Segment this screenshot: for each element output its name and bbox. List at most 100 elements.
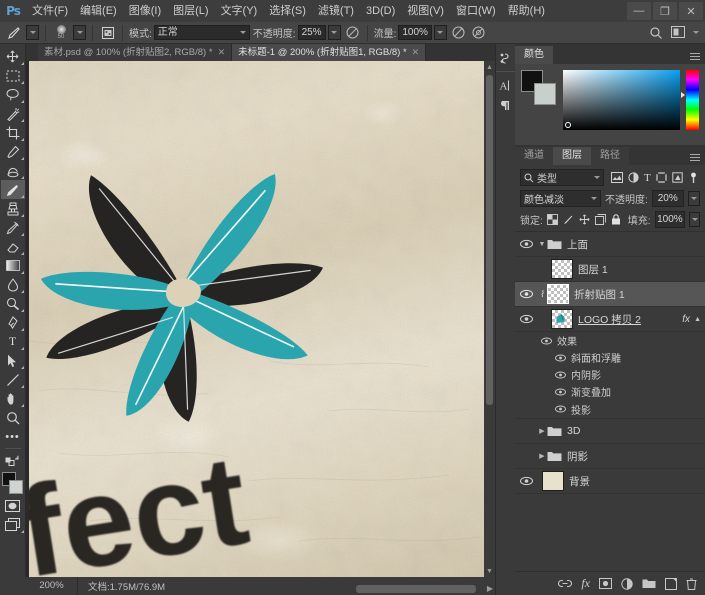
pressure-opacity-icon[interactable] (344, 24, 361, 41)
layer-thumbnail[interactable] (547, 284, 569, 304)
link-layers-icon[interactable] (558, 579, 572, 588)
delete-layer-icon[interactable] (686, 578, 697, 590)
menu-window[interactable]: 窗口(W) (450, 0, 502, 22)
minimize-button[interactable]: — (627, 2, 651, 20)
document-canvas[interactable]: fect (29, 61, 484, 577)
layer-name[interactable]: 图层 1 (578, 262, 608, 277)
layer-name[interactable]: 折射贴图 1 (574, 287, 625, 302)
path-selection-tool[interactable] (1, 351, 25, 370)
canvas-horizontal-scrollbar[interactable]: ▶ (176, 583, 495, 595)
filter-pixel-icon[interactable] (611, 172, 623, 183)
fill-caret[interactable] (689, 212, 700, 227)
hand-tool[interactable] (1, 389, 25, 408)
lock-transparency-icon[interactable] (547, 214, 558, 225)
layer-name[interactable]: 上面 (567, 237, 588, 252)
blend-mode-dropdown[interactable]: 颜色减淡 (520, 190, 601, 207)
background-color-swatch[interactable] (9, 480, 23, 494)
tab-color[interactable]: 颜色 (515, 46, 553, 64)
document-tab-2[interactable]: 未标题-1 @ 200% (折射贴图1, RGB/8) * ✕ (232, 44, 426, 61)
pen-tool[interactable] (1, 313, 25, 332)
brush-picker-caret[interactable] (73, 25, 86, 40)
type-tool[interactable]: T (1, 332, 25, 351)
effect-row-gradient-overlay[interactable]: 渐变叠加 (515, 383, 705, 400)
visibility-icon[interactable] (549, 401, 571, 418)
effect-row-inner-shadow[interactable]: 内阴影 (515, 366, 705, 383)
healing-brush-tool[interactable] (1, 161, 25, 180)
background-color-swatch[interactable] (534, 83, 556, 105)
hue-slider[interactable] (686, 70, 699, 130)
layer-filter-dropdown[interactable]: 类型 (520, 169, 604, 186)
layer-row-group-top[interactable]: ▼ 上面 (515, 232, 705, 257)
menu-layer[interactable]: 图层(L) (167, 0, 214, 22)
scroll-down-arrow[interactable]: ▼ (484, 565, 495, 577)
add-layer-mask-icon[interactable] (599, 578, 612, 589)
visibility-icon[interactable] (535, 332, 557, 349)
chevron-right-icon[interactable]: ▶ (537, 427, 547, 435)
layer-name[interactable]: LOGO 拷贝 2 (578, 312, 641, 327)
layer-thumbnail[interactable] (551, 259, 573, 279)
scroll-right-arrow[interactable]: ▶ (487, 584, 493, 593)
filter-smart-object-icon[interactable] (672, 172, 683, 183)
layers-list[interactable]: ▼ 上面 图层 1 ⌇ 折射贴图 1 (515, 232, 705, 519)
flow-input[interactable]: 100% (398, 25, 432, 40)
brush-tool[interactable] (1, 180, 25, 199)
panel-menu-icon[interactable] (690, 154, 700, 161)
fill-input[interactable]: 100% (655, 211, 686, 228)
lock-position-icon[interactable] (579, 214, 590, 225)
mode-dropdown[interactable]: 正常 (154, 25, 250, 40)
layer-row-group-3d[interactable]: ▶ 3D (515, 419, 705, 444)
layer-row-logo-copy-2[interactable]: LOGO 拷贝 2 fx ▲ (515, 307, 705, 332)
layer-style-fx-icon[interactable]: fx (581, 576, 590, 591)
visibility-icon[interactable] (515, 307, 537, 332)
opacity-input[interactable]: 25% (298, 25, 326, 40)
close-icon[interactable]: ✕ (412, 44, 420, 61)
chevron-down-icon[interactable] (693, 31, 699, 34)
tab-layers[interactable]: 图层 (553, 147, 591, 165)
layer-name[interactable]: 背景 (569, 474, 590, 489)
color-panel[interactable] (515, 64, 705, 145)
filter-shape-icon[interactable] (656, 172, 667, 183)
brush-tool-icon[interactable] (6, 24, 23, 41)
menu-view[interactable]: 视图(V) (401, 0, 450, 22)
effect-row-drop-shadow[interactable]: 投影 (515, 400, 705, 419)
visibility-icon[interactable] (549, 349, 571, 366)
layer-fx-badge[interactable]: fx (682, 314, 690, 325)
layer-thumbnail[interactable] (542, 471, 564, 491)
zoom-level[interactable]: 200% (26, 577, 78, 595)
panel-menu-icon[interactable] (690, 53, 700, 60)
eraser-tool[interactable] (1, 237, 25, 256)
visibility-icon[interactable] (515, 232, 537, 257)
move-tool[interactable] (1, 47, 25, 66)
color-swatches[interactable] (1, 472, 25, 496)
chevron-up-icon[interactable]: ▲ (694, 316, 701, 323)
magic-wand-tool[interactable] (1, 104, 25, 123)
canvas-vertical-scrollbar[interactable]: ▲ ▼ (484, 61, 495, 577)
brush-size-preview[interactable]: 50 (52, 24, 70, 42)
filter-adjustment-icon[interactable] (628, 172, 639, 183)
tab-channels[interactable]: 通道 (515, 147, 553, 165)
dodge-tool[interactable] (1, 294, 25, 313)
airbrush-icon[interactable] (450, 24, 467, 41)
visibility-icon[interactable] (549, 383, 571, 400)
brush-panel-toggle-icon[interactable] (99, 24, 116, 41)
scroll-up-arrow[interactable]: ▲ (484, 61, 495, 73)
menu-file[interactable]: 文件(F) (26, 0, 74, 22)
visibility-icon-off[interactable] (515, 419, 537, 444)
menu-select[interactable]: 选择(S) (263, 0, 312, 22)
layer-name[interactable]: 阴影 (567, 449, 588, 464)
color-field[interactable] (563, 70, 680, 130)
vertical-scroll-thumb[interactable] (486, 75, 493, 405)
close-button[interactable]: ✕ (679, 2, 703, 20)
close-icon[interactable]: ✕ (218, 44, 226, 61)
maximize-button[interactable]: ❐ (653, 2, 677, 20)
lasso-tool[interactable] (1, 85, 25, 104)
quick-mask-button[interactable] (1, 496, 25, 515)
zoom-tool[interactable] (1, 408, 25, 427)
lock-image-icon[interactable] (563, 214, 574, 225)
chevron-right-icon[interactable]: ▶ (537, 452, 547, 460)
clone-stamp-tool[interactable] (1, 199, 25, 218)
brush-preset-caret[interactable] (26, 25, 39, 40)
menu-type[interactable]: 文字(Y) (215, 0, 264, 22)
layer-row-background[interactable]: 背景 (515, 469, 705, 494)
menu-image[interactable]: 图像(I) (123, 0, 167, 22)
